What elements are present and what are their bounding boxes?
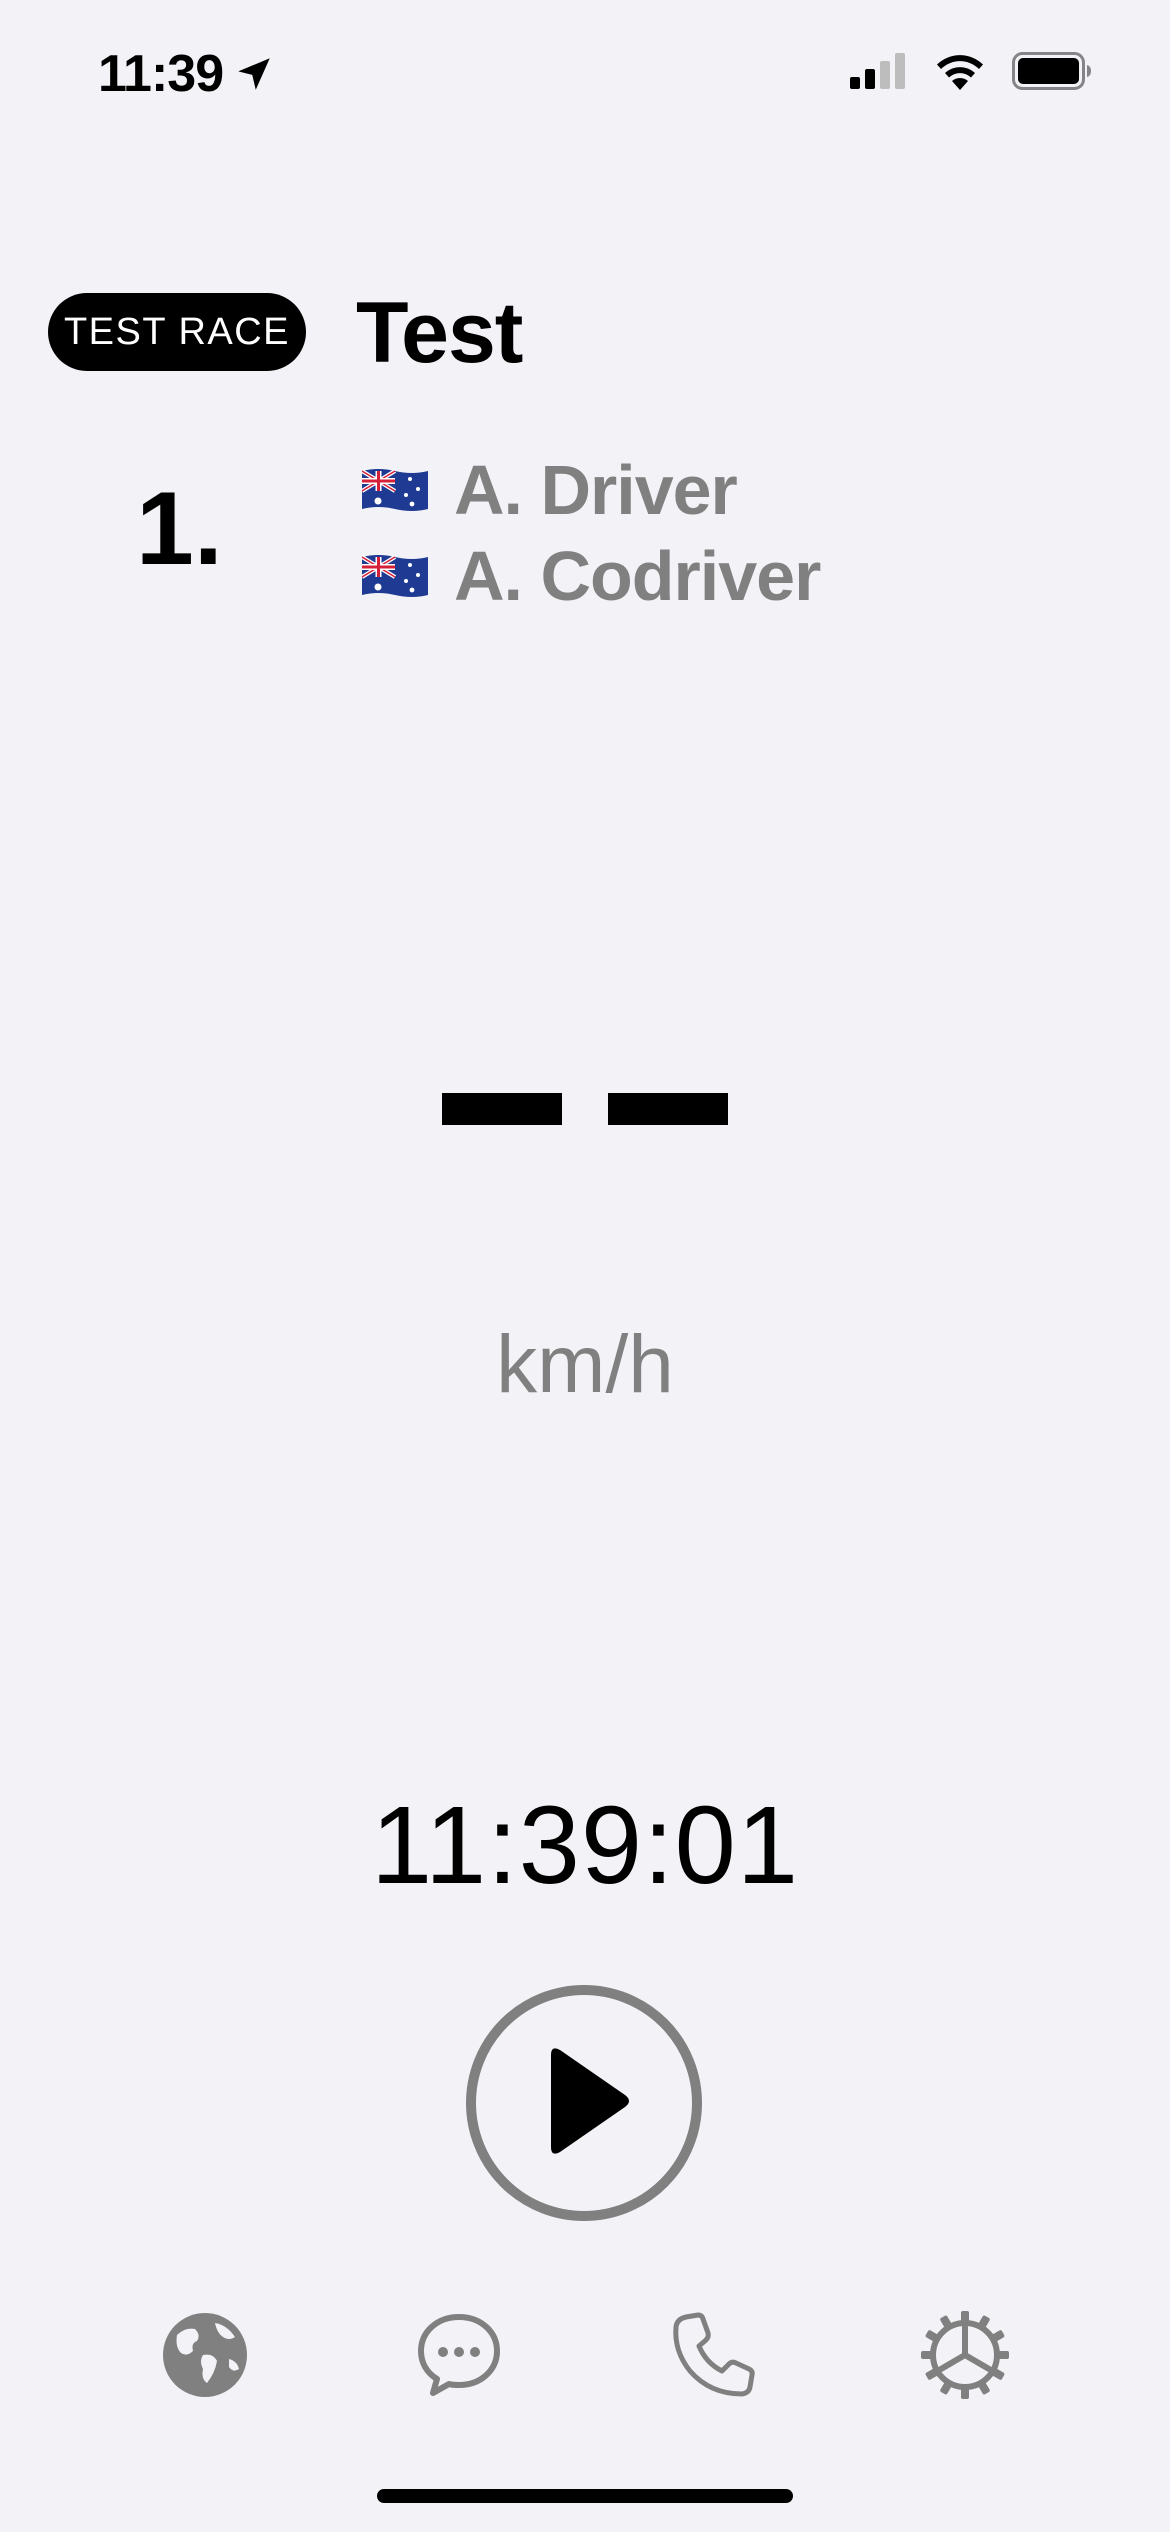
speed-value-placeholder [442,1093,728,1125]
phone-icon [673,2312,755,2397]
speed-unit-label: km/h [496,1319,674,1410]
status-bar-indicators [850,52,1092,90]
location-arrow-icon [238,58,270,90]
battery-icon [1012,52,1091,90]
speed-dash [442,1093,562,1125]
codriver-row: A. Codriver [362,536,821,616]
position-number: 1. [136,471,223,587]
home-indicator[interactable] [377,2489,793,2503]
codriver-name: A. Codriver [454,537,821,615]
chat-bubble-icon [418,2314,500,2396]
australia-flag-icon [362,555,428,597]
bottom-tab-bar [0,2305,1170,2405]
race-title: Test [356,285,523,381]
tab-phone[interactable] [662,2305,762,2405]
start-button[interactable] [466,1985,702,2221]
cellular-signal-icon [850,53,905,89]
speed-dash [608,1093,728,1125]
wifi-icon [937,55,983,90]
driver-name: A. Driver [454,451,738,529]
globe-icon [163,2313,247,2397]
speed-screen: 11:39 TEST RACE Test 1. A. Driver A. Cod… [0,0,1170,2532]
tab-globe[interactable] [155,2305,255,2405]
play-icon [551,2048,629,2154]
status-bar-time: 11:39 [98,44,275,104]
driver-row: A. Driver [362,450,738,530]
race-clock: 11:39:01 [370,1784,800,1907]
status-time-text: 11:39 [98,45,224,103]
tab-chat[interactable] [409,2305,509,2405]
settings-gear-icon [921,2311,1009,2399]
race-type-badge: TEST RACE [48,293,306,371]
australia-flag-icon [362,469,428,511]
tab-settings[interactable] [915,2305,1015,2405]
